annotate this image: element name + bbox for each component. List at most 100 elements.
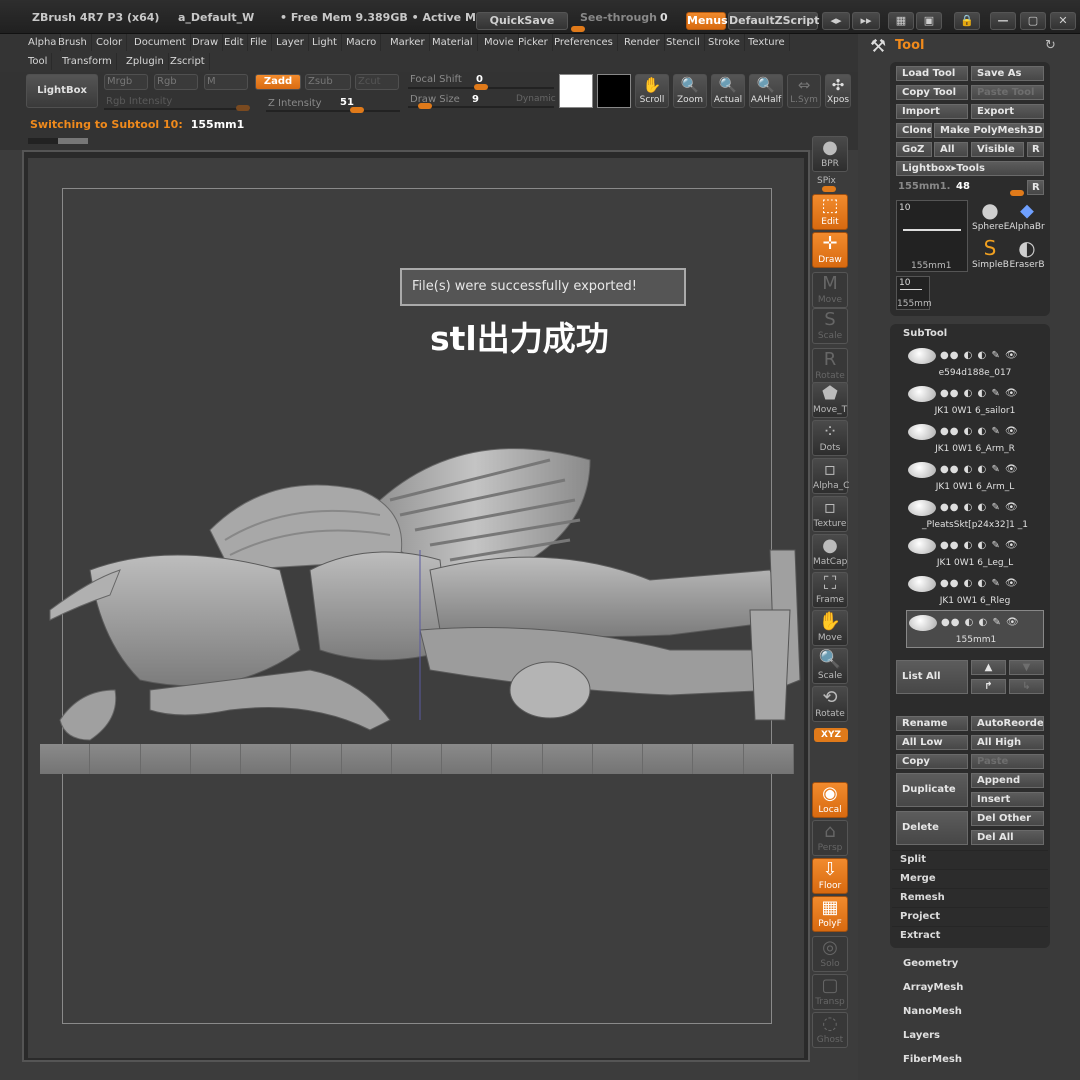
subtool-toggle-icons[interactable]: ●● ◐ ◐ ✎ 👁 xyxy=(940,464,1019,475)
menu-marker[interactable]: Marker xyxy=(386,34,430,51)
current-tool-thumbnail[interactable]: 10 155mm1 xyxy=(896,200,968,272)
all-low-button[interactable]: All Low xyxy=(896,735,968,750)
close-icon[interactable]: ✕ xyxy=(1050,12,1076,30)
subtool-item[interactable]: ●● ◐ ◐ ✎ 👁 JK1 0W1 6_Rleg xyxy=(906,572,1044,610)
export-button[interactable]: Export xyxy=(971,104,1044,119)
scroll-left-icon[interactable]: ◂▸ xyxy=(822,12,850,30)
subtool-item[interactable]: ●● ◐ ◐ ✎ 👁 JK1 0W1 6_sailor1 xyxy=(906,382,1044,420)
del-all-button[interactable]: Del All xyxy=(971,830,1044,845)
extract-section[interactable]: Extract xyxy=(892,926,1048,944)
dynamic-label[interactable]: Dynamic xyxy=(516,94,556,104)
tool-alphabr[interactable]: ⬥ AlphaBr xyxy=(1009,198,1045,234)
project-section[interactable]: Project xyxy=(892,907,1048,925)
menu-zplugin[interactable]: Zplugin xyxy=(122,53,169,70)
move-t-button[interactable]: ⬟ Move_T xyxy=(812,382,848,418)
paste-button[interactable]: Paste xyxy=(971,754,1044,769)
move-down-button[interactable]: ▼ xyxy=(1009,660,1044,675)
edit-button[interactable]: ⬚ Edit xyxy=(812,194,848,230)
rotate-button[interactable]: ⟲ Rotate xyxy=(812,686,848,722)
lsym-button[interactable]: ⇔ L.Sym xyxy=(787,74,821,108)
subtool-toggle-icons[interactable]: ●● ◐ ◐ ✎ 👁 xyxy=(940,388,1019,399)
all-button[interactable]: All xyxy=(934,142,968,157)
paste-tool-button[interactable]: Paste Tool xyxy=(971,85,1044,100)
model-viewport[interactable] xyxy=(30,420,810,750)
subtool-toggle-icons[interactable]: ●● ◐ ◐ ✎ 👁 xyxy=(941,617,1020,628)
autoreorder-button[interactable]: AutoReorder xyxy=(971,716,1044,731)
small-tool-thumbnail[interactable]: 10 155mm xyxy=(896,276,932,310)
lightbox-tools-button[interactable]: Lightbox▸Tools xyxy=(896,161,1044,176)
minimize-icon[interactable]: — xyxy=(990,12,1016,30)
remesh-section[interactable]: Remesh xyxy=(892,888,1048,906)
local-button[interactable]: ◉ Local xyxy=(812,782,848,818)
move-down-alt-button[interactable]: ↳ xyxy=(1009,679,1044,694)
move-up-button[interactable]: ▲ xyxy=(971,660,1006,675)
spix-knob[interactable] xyxy=(822,186,836,192)
scale-button[interactable]: 🔍 Scale xyxy=(812,648,848,684)
copy-button[interactable]: Copy xyxy=(896,754,968,769)
menu-render[interactable]: Render xyxy=(620,34,665,51)
subtool-toggle-icons[interactable]: ●● ◐ ◐ ✎ 👁 xyxy=(940,540,1019,551)
save-as-button[interactable]: Save As xyxy=(971,66,1044,81)
zoom-button[interactable]: 🔍 Zoom xyxy=(673,74,707,108)
menu-stroke[interactable]: Stroke xyxy=(704,34,745,51)
section-geometry[interactable]: Geometry xyxy=(903,958,958,969)
split-section[interactable]: Split xyxy=(892,850,1048,868)
z-intensity-slider[interactable] xyxy=(266,110,400,112)
goz-r-button[interactable]: R xyxy=(1027,142,1044,157)
copy-tool-button[interactable]: Copy Tool xyxy=(896,85,968,100)
m-button[interactable]: M xyxy=(204,74,248,90)
layout-alt-icon[interactable]: ▣ xyxy=(916,12,942,30)
refresh-icon[interactable]: ↻ xyxy=(1045,38,1056,53)
section-arraymesh[interactable]: ArrayMesh xyxy=(903,982,963,993)
bpr-button[interactable]: ● BPR xyxy=(812,136,848,172)
make-polymesh-button[interactable]: Make PolyMesh3D xyxy=(934,123,1044,138)
all-high-button[interactable]: All High xyxy=(971,735,1044,750)
mrgb-button[interactable]: Mrgb xyxy=(104,74,148,90)
duplicate-button[interactable]: Duplicate xyxy=(896,773,968,807)
draw-button[interactable]: ✛ Draw xyxy=(812,232,848,268)
visible-button[interactable]: Visible xyxy=(971,142,1024,157)
primary-color-swatch[interactable] xyxy=(559,74,593,108)
z-intensity-knob[interactable] xyxy=(350,107,364,113)
quicksave-button[interactable]: QuickSave xyxy=(476,12,568,30)
default-zscript-button[interactable]: DefaultZScript xyxy=(728,12,819,30)
list-all-button[interactable]: List All xyxy=(896,660,968,694)
xyz-button[interactable]: XYZ xyxy=(814,728,848,742)
scale-button[interactable]: S Scale xyxy=(812,308,848,344)
insert-button[interactable]: Insert xyxy=(971,792,1044,807)
alpha-c-button[interactable]: ▫ Alpha_C xyxy=(812,458,849,494)
menu-macro[interactable]: Macro xyxy=(342,34,382,51)
actual-button[interactable]: 🔍 Actual xyxy=(711,74,745,108)
ghost-button[interactable]: ◌ Ghost xyxy=(812,1012,848,1048)
menu-document[interactable]: Document xyxy=(130,34,191,51)
tool-eraserb[interactable]: ◐ EraserB xyxy=(1009,236,1045,272)
zadd-button[interactable]: Zadd xyxy=(255,74,301,90)
section-layers[interactable]: Layers xyxy=(903,1030,940,1041)
subtool-toggle-icons[interactable]: ●● ◐ ◐ ✎ 👁 xyxy=(940,502,1019,513)
floor-button[interactable]: ⇩ Floor xyxy=(812,858,848,894)
menu-movie[interactable]: Movie xyxy=(480,34,519,51)
menu-stencil[interactable]: Stencil xyxy=(662,34,705,51)
zcut-button[interactable]: Zcut xyxy=(355,74,399,90)
subtool-item[interactable]: ●● ◐ ◐ ✎ 👁 155mm1 xyxy=(906,610,1044,648)
scroll-right-icon[interactable]: ▸▸ xyxy=(852,12,880,30)
menu-tool[interactable]: Tool xyxy=(24,53,53,70)
subtool-toggle-icons[interactable]: ●● ◐ ◐ ✎ 👁 xyxy=(940,426,1019,437)
zsub-button[interactable]: Zsub xyxy=(305,74,351,90)
menu-texture[interactable]: Texture xyxy=(744,34,790,51)
subtool-header[interactable]: SubTool xyxy=(903,328,947,339)
move-up-alt-button[interactable]: ↱ xyxy=(971,679,1006,694)
import-button[interactable]: Import xyxy=(896,104,968,119)
menu-transform[interactable]: Transform xyxy=(58,53,117,70)
maximize-icon[interactable]: ▢ xyxy=(1020,12,1046,30)
section-fibermesh[interactable]: FiberMesh xyxy=(903,1054,962,1065)
see-through-value[interactable]: 0 xyxy=(660,11,668,24)
subtool-item[interactable]: ●● ◐ ◐ ✎ 👁 e594d188e_017 xyxy=(906,344,1044,382)
menu-picker[interactable]: Picker xyxy=(514,34,553,51)
rgb-intensity-slider[interactable] xyxy=(104,108,250,110)
menu-brush[interactable]: Brush xyxy=(54,34,92,51)
focal-shift-knob[interactable] xyxy=(474,84,488,90)
tool-simpleb[interactable]: S SimpleB xyxy=(972,236,1009,272)
tool-r-button[interactable]: R xyxy=(1027,180,1044,195)
merge-section[interactable]: Merge xyxy=(892,869,1048,887)
